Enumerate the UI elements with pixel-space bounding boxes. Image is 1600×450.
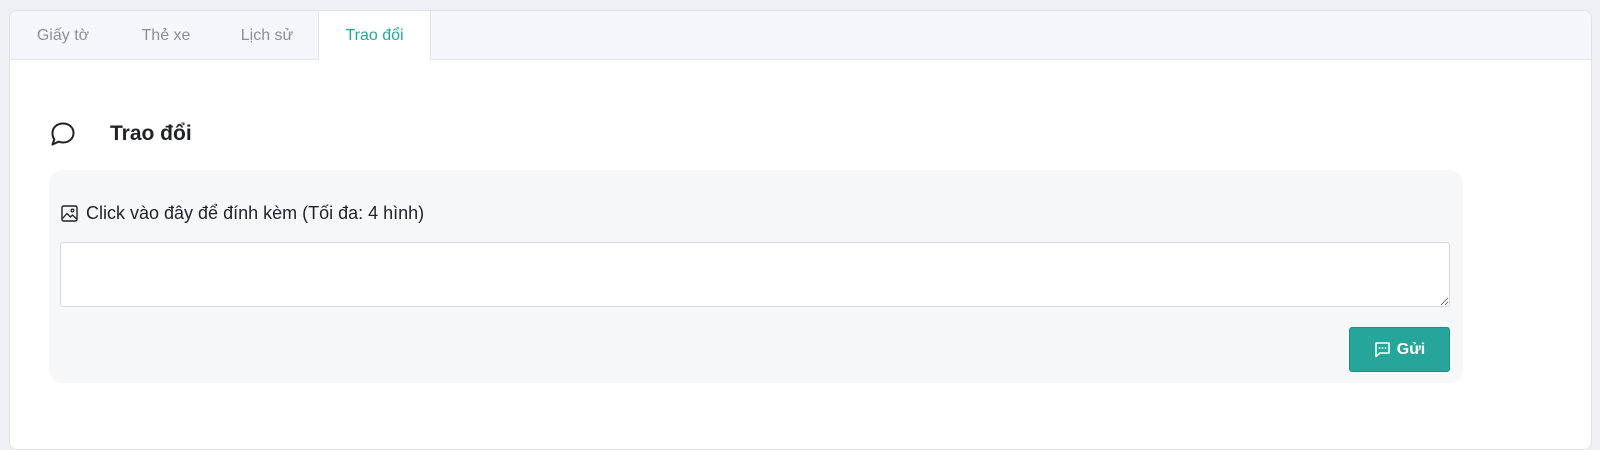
tab-giay-to[interactable]: Giấy tờ xyxy=(10,11,116,60)
tab-lich-su[interactable]: Lịch sử xyxy=(216,11,318,60)
attach-label: Click vào đây để đính kèm (Tối đa: 4 hìn… xyxy=(86,203,425,223)
tab-trao-doi[interactable]: Trao đổi xyxy=(318,11,431,60)
section-title: Trao đổi xyxy=(110,122,192,145)
content-card: Giấy tờ Thẻ xe Lịch sử Trao đổi Trao đổi… xyxy=(9,10,1592,450)
image-icon xyxy=(61,205,78,222)
comment-panel: Click vào đây để đính kèm (Tối đa: 4 hìn… xyxy=(49,170,1463,383)
chat-bubble-icon xyxy=(50,121,76,147)
message-input[interactable] xyxy=(60,242,1450,307)
tab-the-xe[interactable]: Thẻ xe xyxy=(116,11,216,60)
section-header: Trao đổi xyxy=(50,119,192,149)
tab-bar: Giấy tờ Thẻ xe Lịch sử Trao đổi xyxy=(10,11,1591,60)
send-label: Gửi xyxy=(1396,340,1426,358)
message-icon xyxy=(1374,341,1391,358)
send-button[interactable]: Gửi xyxy=(1349,327,1450,372)
attach-images-link[interactable]: Click vào đây để đính kèm (Tối đa: 4 hìn… xyxy=(61,203,424,224)
